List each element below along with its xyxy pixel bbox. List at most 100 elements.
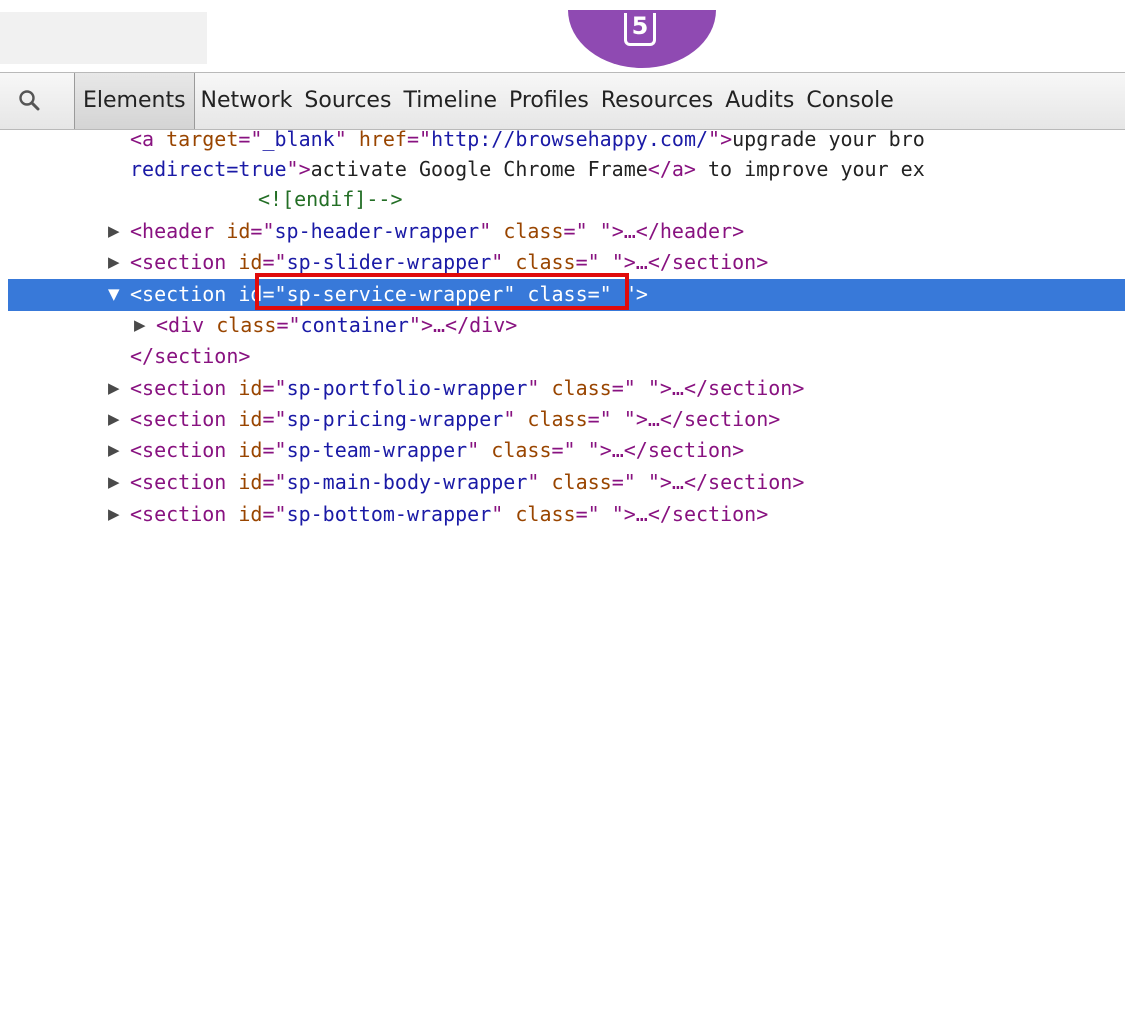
- devtools-toolbar: Elements Network Sources Timeline Profil…: [0, 72, 1125, 130]
- tree-row-team[interactable]: ▶ <section id="sp-team-wrapper" class=" …: [0, 435, 1125, 467]
- expand-triangle-icon[interactable]: ▶: [108, 404, 120, 436]
- attr-value: [576, 438, 588, 462]
- tree-row-section-close[interactable]: </section>: [0, 341, 1125, 373]
- search-icon[interactable]: [18, 89, 40, 111]
- tag-close: ">: [708, 127, 733, 151]
- tag-open: <section: [130, 502, 239, 526]
- attr-quote: ": [408, 313, 421, 337]
- id-highlight-box: [255, 273, 629, 310]
- attr-value: sp-team-wrapper: [286, 438, 468, 462]
- expand-triangle-icon[interactable]: ▶: [108, 216, 120, 248]
- tag-open: <section: [130, 470, 239, 494]
- attr-value: sp-portfolio-wrapper: [286, 376, 528, 400]
- tag-close: >…</section>: [659, 376, 805, 400]
- tag-end: </a>: [647, 157, 696, 181]
- attr-quote: ": [647, 376, 660, 400]
- tag-close: >…</section>: [599, 438, 745, 462]
- attr-value: sp-slider-wrapper: [286, 250, 492, 274]
- attr-eq: =": [587, 407, 612, 431]
- tag-close: >: [635, 282, 648, 306]
- tag-close: >…</section>: [659, 470, 805, 494]
- attr-value: _blank: [262, 127, 335, 151]
- attr-name: class: [551, 470, 612, 494]
- tag-end: </section>: [130, 344, 251, 368]
- attr-quote: ": [491, 250, 516, 274]
- attr-quote: ": [334, 127, 359, 151]
- attr-quote: ": [611, 250, 624, 274]
- attr-quote: ": [647, 470, 660, 494]
- tab-console[interactable]: Console: [800, 73, 899, 129]
- attr-eq: =": [575, 250, 600, 274]
- attr-value: redirect=true: [130, 157, 287, 181]
- collapse-triangle-icon[interactable]: ▼: [108, 279, 120, 311]
- tree-row[interactable]: redirect=true">activate Google Chrome Fr…: [0, 154, 1125, 186]
- tree-row[interactable]: <![endif]-->: [0, 184, 1125, 216]
- tag-open: <header: [130, 219, 227, 243]
- tag-close: >…</section>: [623, 250, 769, 274]
- attr-quote: ": [467, 438, 492, 462]
- attr-name: class: [491, 438, 552, 462]
- attr-value: sp-pricing-wrapper: [286, 407, 504, 431]
- attr-value: http://browsehappy.com/: [431, 127, 709, 151]
- tree-row-bottom[interactable]: ▶ <section id="sp-bottom-wrapper" class=…: [0, 499, 1125, 531]
- attr-value: sp-bottom-wrapper: [286, 502, 492, 526]
- tab-profiles[interactable]: Profiles: [503, 73, 595, 129]
- attr-name: id: [238, 407, 263, 431]
- attr-quote: ": [527, 470, 552, 494]
- tab-resources[interactable]: Resources: [595, 73, 719, 129]
- attr-name: class: [503, 219, 564, 243]
- attr-eq: =": [276, 313, 301, 337]
- html5-logo-icon: 5: [623, 10, 657, 46]
- attr-quote: ": [527, 376, 552, 400]
- tab-sources[interactable]: Sources: [298, 73, 397, 129]
- tree-row-container[interactable]: ▶ <div class="container">…</div>: [0, 310, 1125, 342]
- expand-triangle-icon[interactable]: ▶: [108, 499, 120, 531]
- html5-glyph: 5: [624, 13, 656, 46]
- attr-name: id: [226, 219, 251, 243]
- attr-quote: ": [587, 438, 600, 462]
- tag-open: <section: [130, 282, 239, 306]
- tree-row-portfolio[interactable]: ▶ <section id="sp-portfolio-wrapper" cla…: [0, 373, 1125, 405]
- tab-audits[interactable]: Audits: [719, 73, 800, 129]
- attr-value: [612, 407, 624, 431]
- attr-eq: =": [238, 127, 263, 151]
- attr-name: class: [216, 313, 277, 337]
- attr-eq: =": [262, 376, 287, 400]
- attr-name: id: [238, 502, 263, 526]
- tab-elements[interactable]: Elements: [74, 73, 195, 129]
- attr-eq: =": [611, 470, 636, 494]
- tree-row-header[interactable]: ▶ <header id="sp-header-wrapper" class="…: [0, 216, 1125, 248]
- attr-name: id: [238, 470, 263, 494]
- tree-row[interactable]: <a target="_blank" href="http://browseha…: [0, 124, 1125, 156]
- tag-open: <section: [130, 250, 239, 274]
- tree-row-main-body[interactable]: ▶ <section id="sp-main-body-wrapper" cla…: [0, 467, 1125, 499]
- tab-timeline[interactable]: Timeline: [397, 73, 503, 129]
- attr-eq: =": [611, 376, 636, 400]
- attr-eq: =": [262, 250, 287, 274]
- attr-quote: ": [479, 219, 504, 243]
- expand-triangle-icon[interactable]: ▶: [108, 247, 120, 279]
- expand-triangle-icon[interactable]: ▶: [108, 467, 120, 499]
- tag-close: >…</section>: [635, 407, 781, 431]
- attr-eq: =": [563, 219, 588, 243]
- attr-eq: =": [262, 438, 287, 462]
- tree-row-pricing[interactable]: ▶ <section id="sp-pricing-wrapper" class…: [0, 404, 1125, 436]
- attr-quote: ": [491, 502, 516, 526]
- attr-name: id: [238, 376, 263, 400]
- attr-name: class: [551, 376, 612, 400]
- attr-value: sp-header-wrapper: [274, 219, 480, 243]
- tag-open: <section: [130, 407, 239, 431]
- tab-network[interactable]: Network: [195, 73, 299, 129]
- expand-triangle-icon[interactable]: ▶: [108, 435, 120, 467]
- tag-close: >…</section>: [623, 502, 769, 526]
- tag-close: ">: [286, 157, 311, 181]
- attr-value: [636, 470, 648, 494]
- comment-node: <![endif]-->: [258, 187, 403, 211]
- attr-name: class: [527, 407, 588, 431]
- attr-value: [588, 219, 600, 243]
- attr-eq: =": [250, 219, 275, 243]
- tag-open: <section: [130, 376, 239, 400]
- expand-triangle-icon[interactable]: ▶: [134, 310, 146, 342]
- attr-name: target: [166, 127, 239, 151]
- expand-triangle-icon[interactable]: ▶: [108, 373, 120, 405]
